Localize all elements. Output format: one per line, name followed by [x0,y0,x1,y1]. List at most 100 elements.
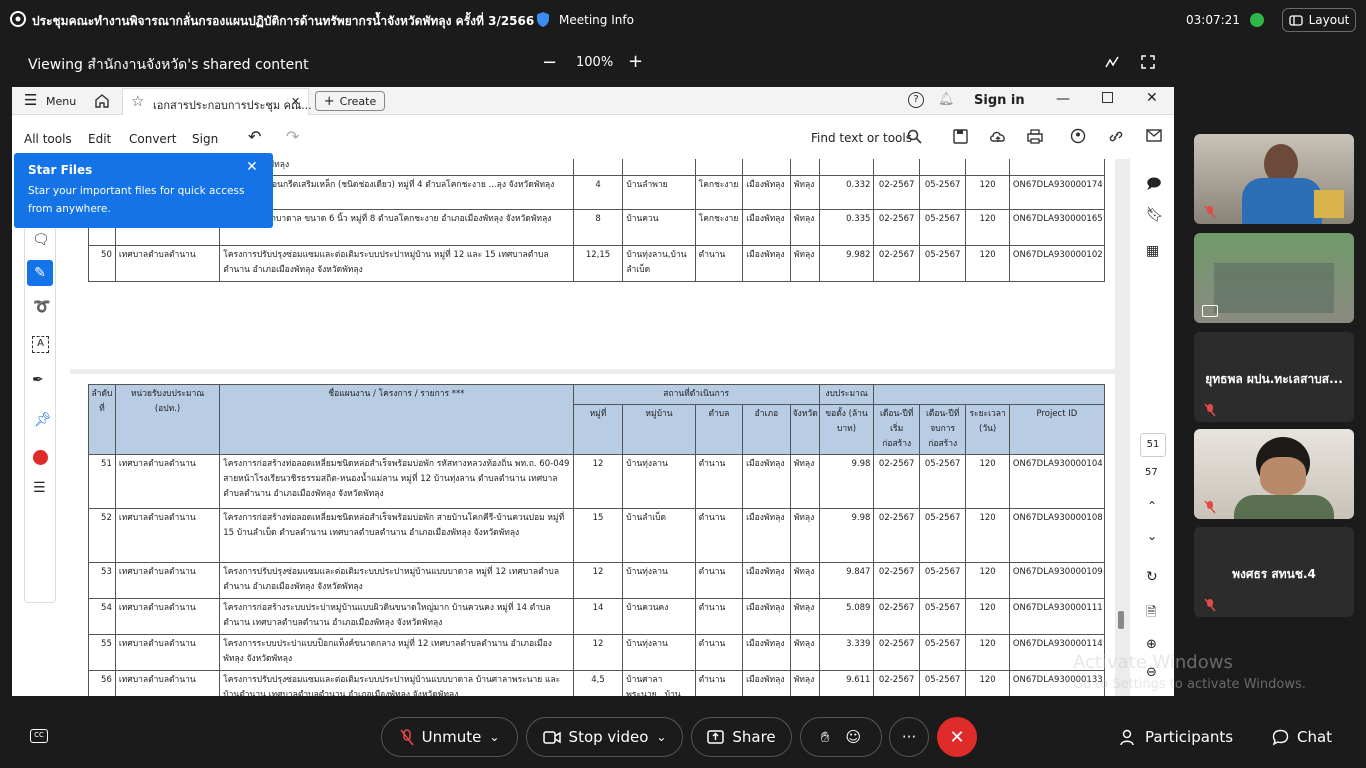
share-button[interactable]: Share [691,717,792,757]
cell-end: 05-2567 [918,508,967,563]
participant-name-tile[interactable]: ยุทธพล ผปน.ทะเลสาบส... [1194,332,1354,422]
cell-amphoe: เมืองพัทลุง [742,508,791,563]
cell-agency: เทศบาลตำบลตำนาน [114,454,221,509]
fullscreen-icon[interactable] [1140,54,1156,70]
shield-icon[interactable] [536,11,550,28]
participant-video-tile[interactable] [1194,134,1354,224]
raise-hand-icon[interactable]: ✋︎ [821,728,830,746]
menu-label[interactable]: Menu [46,95,76,108]
minimize-icon[interactable]: — [1056,91,1070,107]
link-icon[interactable] [1108,129,1124,144]
star-icon[interactable]: ☆ [131,92,144,110]
undo-icon[interactable]: ↶ [248,127,261,146]
captions-icon[interactable]: CC [30,729,48,743]
document-viewport[interactable]: ต.ลุง จังหวัดพัทลุง...ท่อเหลี่ยมคอนกรีตเ… [70,159,1130,696]
leave-meeting-button[interactable]: ✕ [937,717,977,757]
current-page-input[interactable]: 51 [1140,433,1166,457]
cell-end: 05-2567 [918,454,967,509]
pin-icon[interactable]: 📌︎ [34,412,52,428]
cell-pid: ON67DLA930000104 [1008,454,1106,509]
tool-all-tools[interactable]: All tools [24,132,72,146]
more-options-button[interactable]: ··· [889,717,929,757]
find-tools-input[interactable]: Find text or tools [811,131,912,145]
sign-in-button[interactable]: Sign in [974,93,1025,108]
hamburger-icon[interactable]: ☰ [24,93,37,108]
upload-cloud-icon[interactable] [989,129,1007,144]
cell-moo [572,159,624,176]
document-tab[interactable]: ☆ เอกสารประกอบการประชุม คณ... ✕ [122,88,312,115]
table-row: 51 เทศบาลตำบลตำนาน โครงการก่อสร้างท่อลอดเห… [88,454,1106,509]
restore-icon[interactable] [1102,92,1113,103]
freehand-draw-icon[interactable]: ➰ [33,299,50,315]
layout-button[interactable]: Layout [1282,8,1356,32]
text-select-icon[interactable]: A [32,336,49,353]
tool-edit[interactable]: Edit [88,132,111,146]
share-user-icon[interactable] [1070,128,1087,145]
rotate-icon[interactable]: ↻ [1146,569,1158,585]
cell-village: บ้านลำเบ็ด [622,508,696,563]
save-icon[interactable] [953,129,968,144]
table-row: 52 เทศบาลตำบลตำนาน โครงการก่อสร้างท่อลอดเห… [88,508,1106,563]
page-fit-icon[interactable]: 🗎 [1146,603,1156,625]
cell-agency: เทศบาลตำบลตำนาน [114,598,221,635]
cell-budget: 9.98 [818,454,875,509]
cell-end: 05-2567 [918,634,967,671]
home-icon[interactable] [94,93,110,108]
cell-budget: 3.339 [818,634,875,671]
cell-province: พัทลุง [789,508,820,563]
redo-icon[interactable]: ↷ [286,127,299,146]
cell-start: 02-2567 [873,245,920,282]
unmute-button[interactable]: Unmute ⌄ [381,717,518,757]
page-up-icon[interactable]: ⌃ [1147,499,1157,513]
color-picker-icon[interactable] [33,450,48,465]
participant-video-tile[interactable] [1194,233,1354,323]
zoom-out-button[interactable]: − [542,52,557,73]
participant-video-tile[interactable] [1194,429,1354,519]
create-button[interactable]: + Create [315,91,385,111]
comment-add-icon[interactable]: 🗨︎ [32,232,50,248]
cell-amphoe: เมืองพัทลุง [742,175,791,210]
zoom-in-button[interactable]: + [628,51,643,72]
cell-start: 02-2567 [873,508,920,563]
meeting-top-bar: ประชุมคณะทำงานพิจารณากลั่นกรองแผนปฏิบัติ… [0,0,1366,42]
cell-province: พัทลุง [789,175,820,210]
cell-budget: 0.332 [818,175,875,210]
bell-icon[interactable]: 🔔︎ [938,92,955,107]
chat-icon [1272,729,1289,745]
close-window-icon[interactable]: ✕ [1146,90,1158,106]
tool-convert[interactable]: Convert [129,132,176,146]
header-tambon: ตำบล [694,404,744,455]
tab-close-icon[interactable]: ✕ [291,95,300,108]
zoom-in-icon[interactable]: ⊕ [1146,637,1157,652]
comment-icon[interactable]: 🗩︎ [1146,173,1162,197]
meeting-info-button[interactable]: Meeting Info [559,13,634,27]
highlight-pen-icon[interactable]: ✎ [27,260,53,286]
print-icon[interactable] [1027,129,1043,144]
stop-video-button[interactable]: Stop video ⌄ [526,717,683,757]
cell-moo: 4,5 [572,670,624,696]
vertical-scrollbar[interactable] [1118,611,1124,629]
popup-close-icon[interactable]: ✕ [246,159,258,175]
annotate-icon[interactable] [1104,54,1120,70]
search-icon[interactable] [907,129,922,144]
reactions-icon[interactable]: ☺ [845,728,861,746]
cell-end: 05-2567 [918,562,967,599]
chevron-down-icon[interactable]: ⌄ [656,730,666,744]
participant-name-tile[interactable]: พงศธร สทนช.4 [1194,527,1354,617]
help-icon[interactable]: ? [908,92,924,108]
tool-sign[interactable]: Sign [192,132,218,146]
screen-share-icon [1202,305,1218,317]
cell-agency: เทศบาลตำบลตำนาน [114,634,221,671]
participants-button[interactable]: Participants [1120,728,1233,746]
thumbnails-icon[interactable]: ▦ [1146,243,1159,259]
more-tools-icon[interactable]: ☰ [33,480,46,496]
chevron-down-icon[interactable]: ⌄ [489,730,499,744]
page-down-icon[interactable]: ⌄ [1147,529,1157,543]
fill-sign-icon[interactable]: ✒︎ [32,372,44,388]
share-label: Share [732,728,776,746]
muted-mic-icon [1204,499,1216,514]
chat-button[interactable]: Chat [1272,728,1332,746]
cell-days: 120 [965,598,1010,635]
bookmark-icon[interactable]: 🔖︎ [1146,207,1164,223]
email-icon[interactable] [1146,129,1162,142]
